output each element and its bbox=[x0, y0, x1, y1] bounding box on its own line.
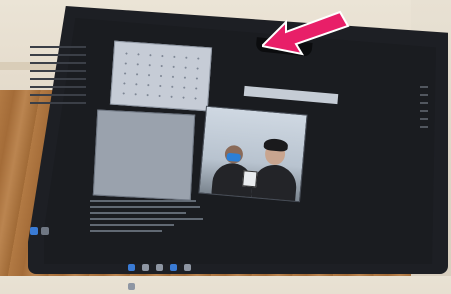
terminal-output bbox=[90, 196, 210, 244]
terminal-line bbox=[90, 200, 196, 202]
plot-window[interactable] bbox=[109, 40, 213, 112]
toolbar-item[interactable] bbox=[420, 94, 428, 96]
taskbar-app-icon[interactable] bbox=[156, 264, 164, 271]
tray-icon bbox=[30, 227, 49, 235]
face-mask bbox=[226, 152, 241, 162]
taskbar-app-icon[interactable] bbox=[128, 283, 135, 290]
explorer-row bbox=[30, 54, 86, 56]
taskbar bbox=[128, 256, 204, 290]
person-right bbox=[250, 163, 299, 203]
explorer-row bbox=[30, 86, 86, 88]
toolbar-item[interactable] bbox=[420, 110, 428, 112]
plot-grid bbox=[117, 48, 205, 104]
explorer-row bbox=[30, 46, 86, 48]
taskbar-app-icon[interactable] bbox=[142, 264, 150, 271]
terminal-line bbox=[90, 212, 186, 214]
gray-window[interactable] bbox=[92, 109, 196, 201]
explorer-row bbox=[30, 62, 86, 64]
explorer-row bbox=[30, 70, 86, 72]
toolbar-item[interactable] bbox=[420, 126, 428, 128]
explorer-row bbox=[30, 94, 86, 96]
person-right-hair bbox=[263, 137, 289, 152]
toolbar-item[interactable] bbox=[420, 86, 428, 88]
tray-icons[interactable] bbox=[30, 224, 52, 238]
file-explorer-pane bbox=[30, 40, 86, 190]
taskbar-app-icon[interactable] bbox=[170, 264, 178, 271]
terminal-line bbox=[90, 230, 162, 232]
taskbar-app-icon[interactable] bbox=[184, 264, 192, 271]
toolbar-item[interactable] bbox=[420, 118, 428, 120]
toolbar-item[interactable] bbox=[420, 102, 428, 104]
webcam-preview-window[interactable] bbox=[198, 105, 308, 203]
pointer-arrow-icon bbox=[262, 10, 350, 56]
terminal-line bbox=[90, 224, 174, 226]
explorer-row bbox=[30, 78, 86, 80]
explorer-row bbox=[30, 102, 86, 104]
id-badge bbox=[242, 170, 258, 188]
terminal-line bbox=[90, 206, 201, 208]
right-toolbar bbox=[420, 80, 434, 230]
terminal-line bbox=[90, 218, 203, 220]
start-icon[interactable] bbox=[128, 264, 135, 271]
